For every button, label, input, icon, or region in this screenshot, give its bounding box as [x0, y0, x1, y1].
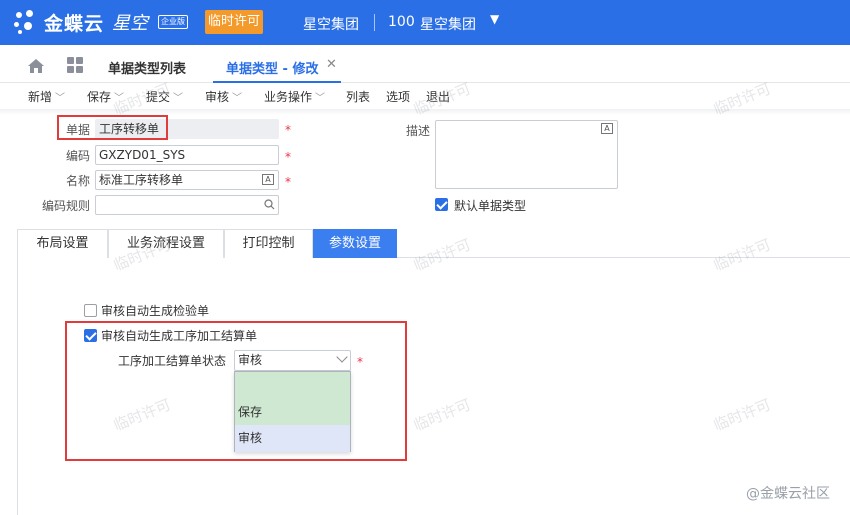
- tab-layout-settings[interactable]: 布局设置: [17, 229, 108, 258]
- business-ops-menu[interactable]: 业务操作 ﹀: [264, 88, 325, 105]
- tab-business-flow[interactable]: 业务流程设置: [108, 229, 224, 258]
- required-mark: *: [285, 150, 291, 164]
- kingdee-logo-icon: [14, 10, 40, 36]
- brand-name: 金蝶云: [44, 13, 105, 35]
- close-icon[interactable]: ✕: [326, 57, 337, 72]
- community-watermark: @金蝶云社区: [746, 486, 830, 502]
- save-menu[interactable]: 保存 ﹀: [87, 88, 124, 105]
- tab-print-control[interactable]: 打印控制: [224, 229, 313, 258]
- multilang-icon[interactable]: A: [601, 123, 613, 134]
- auto-inspect-label: 审核自动生成检验单: [101, 304, 210, 318]
- edition-badge: 企业版: [158, 15, 188, 29]
- toolbar: 新增 ﹀ 保存 ﹀ 提交 ﹀ 审核 ﹀ 业务操作 ﹀ 列表 选项 退出: [0, 83, 850, 109]
- chevron-down-icon: ﹀: [315, 93, 326, 104]
- required-mark: *: [285, 175, 291, 189]
- description-textarea[interactable]: [435, 120, 618, 189]
- caret-down-icon[interactable]: ▼: [490, 12, 499, 26]
- tab-bill-type-list[interactable]: 单据类型列表: [108, 58, 186, 77]
- default-type-checkbox[interactable]: [435, 198, 448, 211]
- chevron-down-icon: ﹀: [173, 93, 184, 104]
- code-rule-field[interactable]: [95, 195, 279, 215]
- org-selector[interactable]: 星空集团: [420, 14, 476, 34]
- org-name[interactable]: 星空集团: [303, 14, 359, 34]
- code-rule-label: 编码规则: [41, 199, 90, 213]
- chevron-down-icon: ﹀: [232, 93, 243, 104]
- highlight-box: [65, 321, 407, 461]
- default-type-label: 默认单据类型: [454, 199, 527, 213]
- description-label: 描述: [405, 124, 430, 138]
- add-menu[interactable]: 新增 ﹀: [28, 88, 65, 105]
- code-label: 编码: [65, 149, 90, 163]
- search-icon[interactable]: [264, 199, 275, 210]
- auto-inspect-checkbox[interactable]: [84, 304, 97, 317]
- name-label: 名称: [65, 174, 90, 188]
- submit-menu[interactable]: 提交 ﹀: [146, 88, 183, 105]
- subtab-bar: 布局设置 业务流程设置 打印控制 参数设置: [17, 229, 850, 258]
- tab-parameter-settings[interactable]: 参数设置: [313, 229, 397, 258]
- chevron-down-icon: ﹀: [114, 93, 125, 104]
- list-button[interactable]: 列表: [346, 88, 370, 105]
- tab-bill-type-edit[interactable]: 单据类型 - 修改: [226, 58, 318, 77]
- name-field[interactable]: 标准工序转移单: [95, 170, 279, 190]
- top-bar: 金蝶云 星空 企业版 临时许可 星空集团 100 星空集团 ▼: [0, 0, 850, 45]
- tab-bar: 单据类型列表 单据类型 - 修改 ✕: [0, 45, 850, 83]
- chevron-down-icon: ﹀: [55, 93, 66, 104]
- audit-menu[interactable]: 审核 ﹀: [205, 88, 242, 105]
- home-icon[interactable]: [27, 58, 45, 74]
- multilang-icon[interactable]: A: [262, 174, 274, 185]
- license-button[interactable]: 临时许可: [205, 10, 263, 34]
- org-code[interactable]: 100: [388, 14, 415, 30]
- code-field[interactable]: GXZYD01_SYS: [95, 145, 279, 165]
- required-mark: *: [285, 123, 291, 137]
- apps-grid-icon[interactable]: [67, 57, 84, 74]
- options-button[interactable]: 选项: [386, 88, 410, 105]
- highlight-box: [57, 115, 168, 140]
- divider: [374, 14, 375, 31]
- product-name: 星空: [112, 13, 148, 34]
- exit-button[interactable]: 退出: [426, 88, 450, 105]
